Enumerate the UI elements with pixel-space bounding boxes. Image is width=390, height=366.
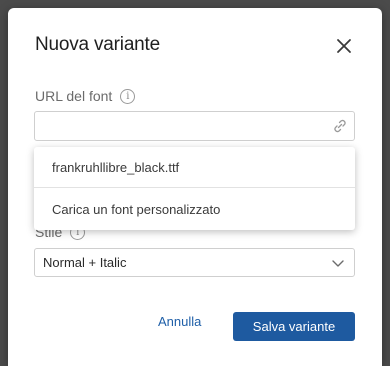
url-field-label: URL del font: [35, 88, 113, 104]
menu-item-label: frankruhllibre_black.ttf: [52, 159, 180, 175]
chevron-down-icon: [332, 260, 344, 267]
url-field-label-row: URL del font i: [35, 88, 136, 104]
save-variant-button[interactable]: Salva variante: [233, 312, 355, 341]
info-icon[interactable]: i: [120, 88, 136, 104]
font-suggestions-menu: frankruhllibre_black.ttf Carica un font …: [34, 147, 355, 230]
new-variant-dialog: Nuova variante URL del font i Stile i No…: [8, 8, 382, 366]
style-select[interactable]: Normal + Italic: [34, 248, 355, 277]
menu-item-label: Carica un font personalizzato: [52, 201, 221, 217]
cancel-button[interactable]: Annulla: [158, 314, 201, 329]
link-icon: [334, 119, 346, 133]
menu-item-upload-custom-font[interactable]: Carica un font personalizzato: [34, 188, 355, 230]
menu-item-font-file[interactable]: frankruhllibre_black.ttf: [34, 147, 355, 188]
font-url-input[interactable]: [34, 111, 355, 141]
close-icon[interactable]: [335, 37, 353, 55]
dialog-title: Nuova variante: [35, 34, 160, 55]
style-select-value: Normal + Italic: [43, 255, 127, 270]
